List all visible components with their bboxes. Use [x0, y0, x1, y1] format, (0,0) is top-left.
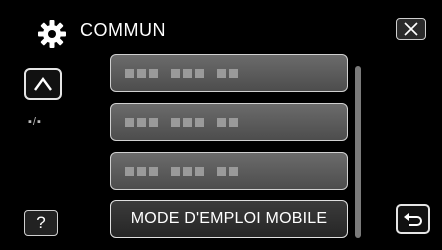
- gear-icon: [38, 20, 66, 48]
- scroll-up-button[interactable]: [24, 68, 62, 100]
- menu-item-mobile-user-guide[interactable]: MODE D'EMPLOI MOBILE: [110, 200, 348, 238]
- menu-item-3[interactable]: [110, 152, 348, 190]
- return-arrow-icon: [404, 213, 422, 226]
- menu-item-label: MODE D'EMPLOI MOBILE: [130, 210, 328, 227]
- page-indicator: ▪/▪: [28, 116, 42, 128]
- obscured-label-placeholder: [125, 167, 238, 176]
- help-button[interactable]: ?: [24, 210, 58, 236]
- menu-item-2[interactable]: [110, 103, 348, 141]
- close-icon: [404, 22, 418, 36]
- obscured-label-placeholder: [125, 69, 238, 78]
- obscured-label-placeholder: [125, 118, 238, 127]
- chevron-up-icon: [34, 76, 52, 91]
- scrollbar[interactable]: [355, 66, 361, 238]
- menu-item-1[interactable]: [110, 54, 348, 92]
- back-button[interactable]: [396, 204, 430, 234]
- close-button[interactable]: [396, 18, 426, 40]
- page-title: COMMUN: [80, 20, 166, 40]
